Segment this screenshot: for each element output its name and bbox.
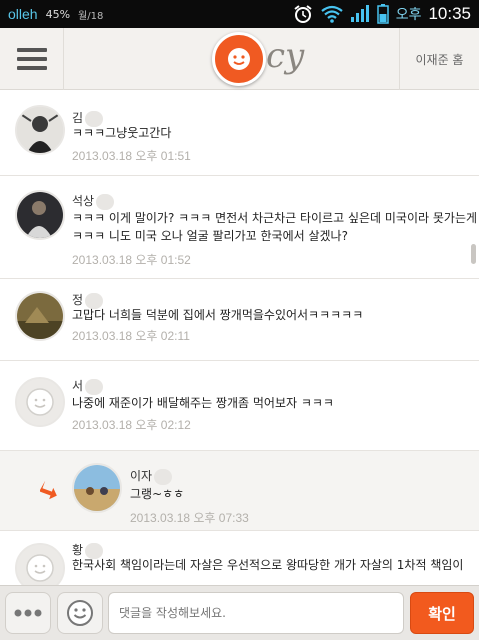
- author-name[interactable]: 서: [72, 377, 104, 395]
- reply-arrow-icon: [40, 481, 57, 500]
- wifi-icon: [321, 5, 343, 23]
- emoticon-button[interactable]: [57, 592, 103, 634]
- comment-bar: 확인: [0, 585, 479, 640]
- author-name[interactable]: 석상: [72, 192, 115, 210]
- list-item: 서 나중에 재준이가 배달해주는 짱개좀 먹어보자 ㅋㅋㅋ 2013.03.18…: [0, 361, 479, 451]
- cy-logo-icon[interactable]: [212, 32, 266, 86]
- menu-button[interactable]: [0, 28, 64, 90]
- carrier-name: olleh: [8, 6, 38, 22]
- app-header: cy 이재준 홈: [0, 28, 479, 90]
- list-item: 정 고맙다 너희들 덕분에 집에서 짱개먹을수있어서ㅋㅋㅋㅋㅋ 2013.03.…: [0, 279, 479, 361]
- smiley-icon: [67, 600, 93, 626]
- avatar[interactable]: [15, 190, 65, 240]
- comment-text-line2: ㅋㅋㅋ 니도 미국 오나 얼굴 팔리가꼬 한국에서 살겠나?: [72, 229, 348, 243]
- more-button[interactable]: [5, 592, 51, 634]
- comment-feed[interactable]: 김 ㅋㅋㅋ그냥웃고간다 2013.03.18 오후 01:51 석상 ㅋㅋㅋ 이…: [0, 91, 479, 585]
- list-item: 석상 ㅋㅋㅋ 이게 말이가? ㅋㅋㅋ 면전서 차근차근 타이르고 싶은데 미국이…: [0, 176, 479, 279]
- comment-input[interactable]: [108, 592, 404, 634]
- am-pm-label: 오후: [395, 7, 422, 23]
- comment-time: 2013.03.18 오후 01:52: [72, 253, 191, 267]
- author-name[interactable]: 이자: [130, 467, 173, 485]
- signal-icon: [350, 5, 369, 22]
- list-item: 김 ㅋㅋㅋ그냥웃고간다 2013.03.18 오후 01:51: [0, 91, 479, 176]
- battery-icon: [376, 4, 389, 24]
- hamburger-icon: [16, 48, 47, 70]
- comment-time: 2013.03.18 오후 02:12: [72, 418, 191, 432]
- more-dots-icon: [14, 609, 42, 617]
- clock-time: 10:35: [428, 4, 471, 23]
- comment-text: 나중에 재준이가 배달해주는 짱개좀 먹어보자 ㅋㅋㅋ: [72, 396, 334, 410]
- comment-text: 고맙다 너희들 덕분에 집에서 짱개먹을수있어서ㅋㅋㅋㅋㅋ: [72, 308, 364, 322]
- comment-text: ㅋㅋㅋ 이게 말이가? ㅋㅋㅋ 면전서 차근차근 타이르고 싶은데 미국이라 못…: [72, 211, 479, 225]
- scrollbar[interactable]: [471, 244, 476, 264]
- avatar[interactable]: [15, 105, 65, 155]
- battery-percent: 45%: [45, 7, 71, 21]
- status-bar: olleh 45% 월/18 오후 10:35: [0, 0, 479, 28]
- status-date: 월/18: [78, 10, 104, 22]
- confirm-button[interactable]: 확인: [410, 592, 474, 634]
- avatar[interactable]: [15, 543, 65, 585]
- alarm-clock-icon: [294, 5, 312, 23]
- home-button[interactable]: 이재준 홈: [399, 28, 479, 90]
- comment-time: 2013.03.18 오후 07:33: [130, 511, 249, 525]
- reply-item: 이자 그랭~ㅎㅎ 2013.03.18 오후 07:33: [0, 451, 479, 531]
- comment-time: 2013.03.18 오후 01:51: [72, 149, 191, 163]
- comment-text: ㅋㅋㅋ그냥웃고간다: [72, 126, 172, 140]
- comment-time: 2013.03.18 오후 02:11: [72, 329, 190, 343]
- avatar[interactable]: [15, 291, 65, 341]
- comment-text: 그랭~ㅎㅎ: [130, 487, 185, 501]
- logo-script: cy: [266, 36, 305, 76]
- avatar[interactable]: [72, 463, 122, 513]
- avatar[interactable]: [15, 377, 65, 427]
- list-item: 황 한국사회 책임이라는데 자살은 우선적으로 왕따당한 개가 자살의 1차적 …: [0, 531, 479, 585]
- comment-text: 한국사회 책임이라는데 자살은 우선적으로 왕따당한 개가 자살의 1차적 책임…: [72, 558, 464, 572]
